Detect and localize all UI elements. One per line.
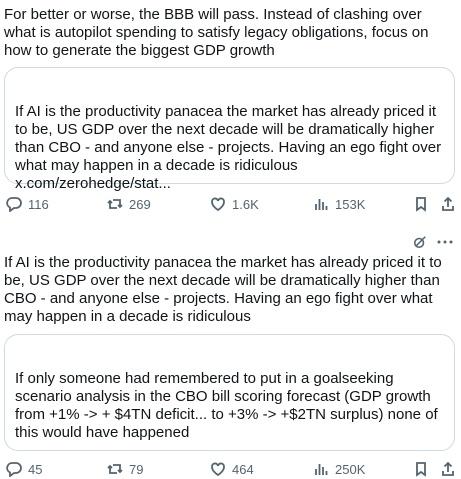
views-chart-icon bbox=[315, 464, 328, 475]
quoted-post[interactable]: If AI is the productivity panacea the ma… bbox=[4, 67, 455, 192]
bookmark-icon bbox=[416, 197, 426, 212]
like-button[interactable]: 464 bbox=[210, 459, 254, 479]
heart-icon bbox=[211, 462, 225, 477]
reply-button[interactable]: 45 bbox=[6, 459, 42, 479]
reply-icon bbox=[6, 462, 22, 477]
grok-icon[interactable] bbox=[413, 235, 427, 249]
views-chart-icon bbox=[315, 199, 328, 210]
bookmark-button[interactable] bbox=[413, 459, 429, 479]
views-button[interactable]: 153K bbox=[313, 194, 365, 214]
share-icon bbox=[442, 196, 454, 211]
more-icon[interactable] bbox=[437, 239, 453, 245]
repost-button[interactable]: 79 bbox=[107, 459, 143, 479]
heart-icon bbox=[211, 197, 225, 212]
quoted-post-text: If only someone had remembered to put in… bbox=[15, 370, 438, 441]
repost-count: 79 bbox=[129, 461, 144, 477]
repost-icon bbox=[107, 199, 123, 209]
views-button[interactable]: 250K bbox=[313, 459, 365, 479]
share-icon bbox=[442, 461, 454, 476]
repost-count: 269 bbox=[129, 196, 151, 212]
views-count: 250K bbox=[335, 461, 366, 477]
repost-icon bbox=[107, 464, 123, 474]
like-count: 464 bbox=[232, 461, 254, 477]
post-text: If AI is the productivity panacea the ma… bbox=[4, 254, 442, 325]
like-count: 1.6K bbox=[232, 196, 259, 212]
bookmark-icon bbox=[416, 462, 426, 477]
reply-icon bbox=[6, 197, 22, 212]
post-actions: 116 269 1.6K 153K bbox=[0, 194, 461, 214]
like-button[interactable]: 1.6K bbox=[210, 194, 259, 214]
quoted-post-text: If AI is the productivity panacea the ma… bbox=[15, 103, 442, 192]
reply-count: 116 bbox=[28, 196, 49, 212]
views-count: 153K bbox=[335, 196, 366, 212]
reply-button[interactable]: 116 bbox=[6, 194, 49, 214]
quoted-post[interactable]: If only someone had remembered to put in… bbox=[4, 334, 455, 451]
post-actions: 45 79 464 250K bbox=[0, 459, 461, 479]
bookmark-button[interactable] bbox=[413, 194, 429, 214]
post-text: For better or worse, the BBB will pass. … bbox=[4, 6, 429, 59]
share-button[interactable] bbox=[440, 194, 456, 214]
share-button[interactable] bbox=[440, 459, 456, 479]
post-header-icons bbox=[413, 235, 453, 249]
reply-count: 45 bbox=[28, 461, 43, 477]
repost-button[interactable]: 269 bbox=[107, 194, 151, 214]
